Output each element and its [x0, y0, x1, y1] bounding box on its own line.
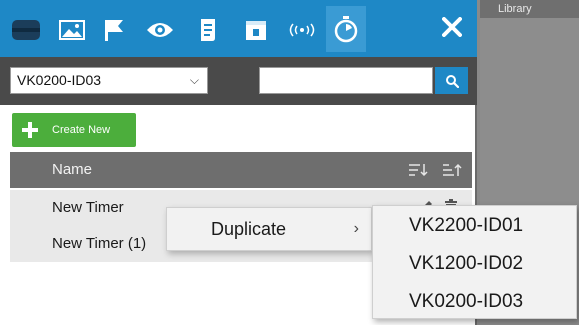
duplicate-submenu: VK2200-ID01 VK1200-ID02 VK0200-ID03 — [372, 205, 577, 319]
broadcast-tab[interactable] — [282, 8, 322, 52]
duplicate-menu-item[interactable]: Duplicate › — [167, 208, 371, 250]
list-header: Name — [10, 152, 472, 188]
flag-icon — [105, 20, 123, 41]
flags-tab[interactable] — [94, 8, 134, 52]
sort-ascending-icon[interactable] — [442, 163, 462, 177]
monitors-icon — [12, 20, 40, 40]
search-input[interactable] — [259, 67, 433, 94]
search-icon — [445, 74, 459, 88]
create-new-label: Create New — [52, 124, 111, 136]
close-icon — [442, 17, 462, 37]
device-select-value: VK0200-ID03 — [17, 72, 102, 88]
search-button[interactable] — [435, 67, 468, 94]
image-icon — [59, 20, 85, 40]
app-window: Library VK0200-ID03 ⌵ Create New Name Ne… — [0, 0, 579, 325]
duplicate-label: Duplicate — [211, 219, 287, 239]
chevron-right-icon: › — [353, 220, 359, 237]
schedule-tab[interactable] — [236, 8, 276, 52]
timers-tab[interactable] — [326, 6, 366, 52]
preview-tab[interactable] — [140, 8, 180, 52]
submenu-item[interactable]: VK2200-ID01 — [373, 208, 576, 244]
list-item-name: New Timer (1) — [52, 235, 147, 252]
broadcast-icon — [289, 23, 315, 37]
submenu-item[interactable]: VK0200-ID03 — [373, 284, 576, 320]
toolbar — [0, 0, 477, 57]
calendar-icon — [246, 21, 266, 40]
plus-icon — [22, 122, 38, 138]
filter-bar: VK0200-ID03 ⌵ — [0, 57, 477, 105]
images-tab[interactable] — [52, 8, 92, 52]
close-button[interactable] — [437, 12, 467, 42]
list-item-name: New Timer — [52, 199, 124, 216]
monitors-tab[interactable] — [6, 8, 46, 52]
documents-tab[interactable] — [188, 8, 228, 52]
document-icon — [201, 19, 215, 41]
create-new-button[interactable]: Create New — [12, 113, 136, 147]
chevron-down-icon: ⌵ — [189, 73, 199, 87]
context-menu: Duplicate › — [166, 207, 372, 251]
submenu-item[interactable]: VK1200-ID02 — [373, 246, 576, 282]
timer-icon — [334, 16, 358, 43]
eye-icon — [147, 23, 173, 37]
column-header-name: Name — [52, 161, 93, 178]
sort-controls — [408, 152, 462, 188]
device-select[interactable]: VK0200-ID03 ⌵ — [10, 67, 208, 94]
sort-descending-icon[interactable] — [408, 163, 428, 177]
library-title: Library — [480, 0, 579, 18]
